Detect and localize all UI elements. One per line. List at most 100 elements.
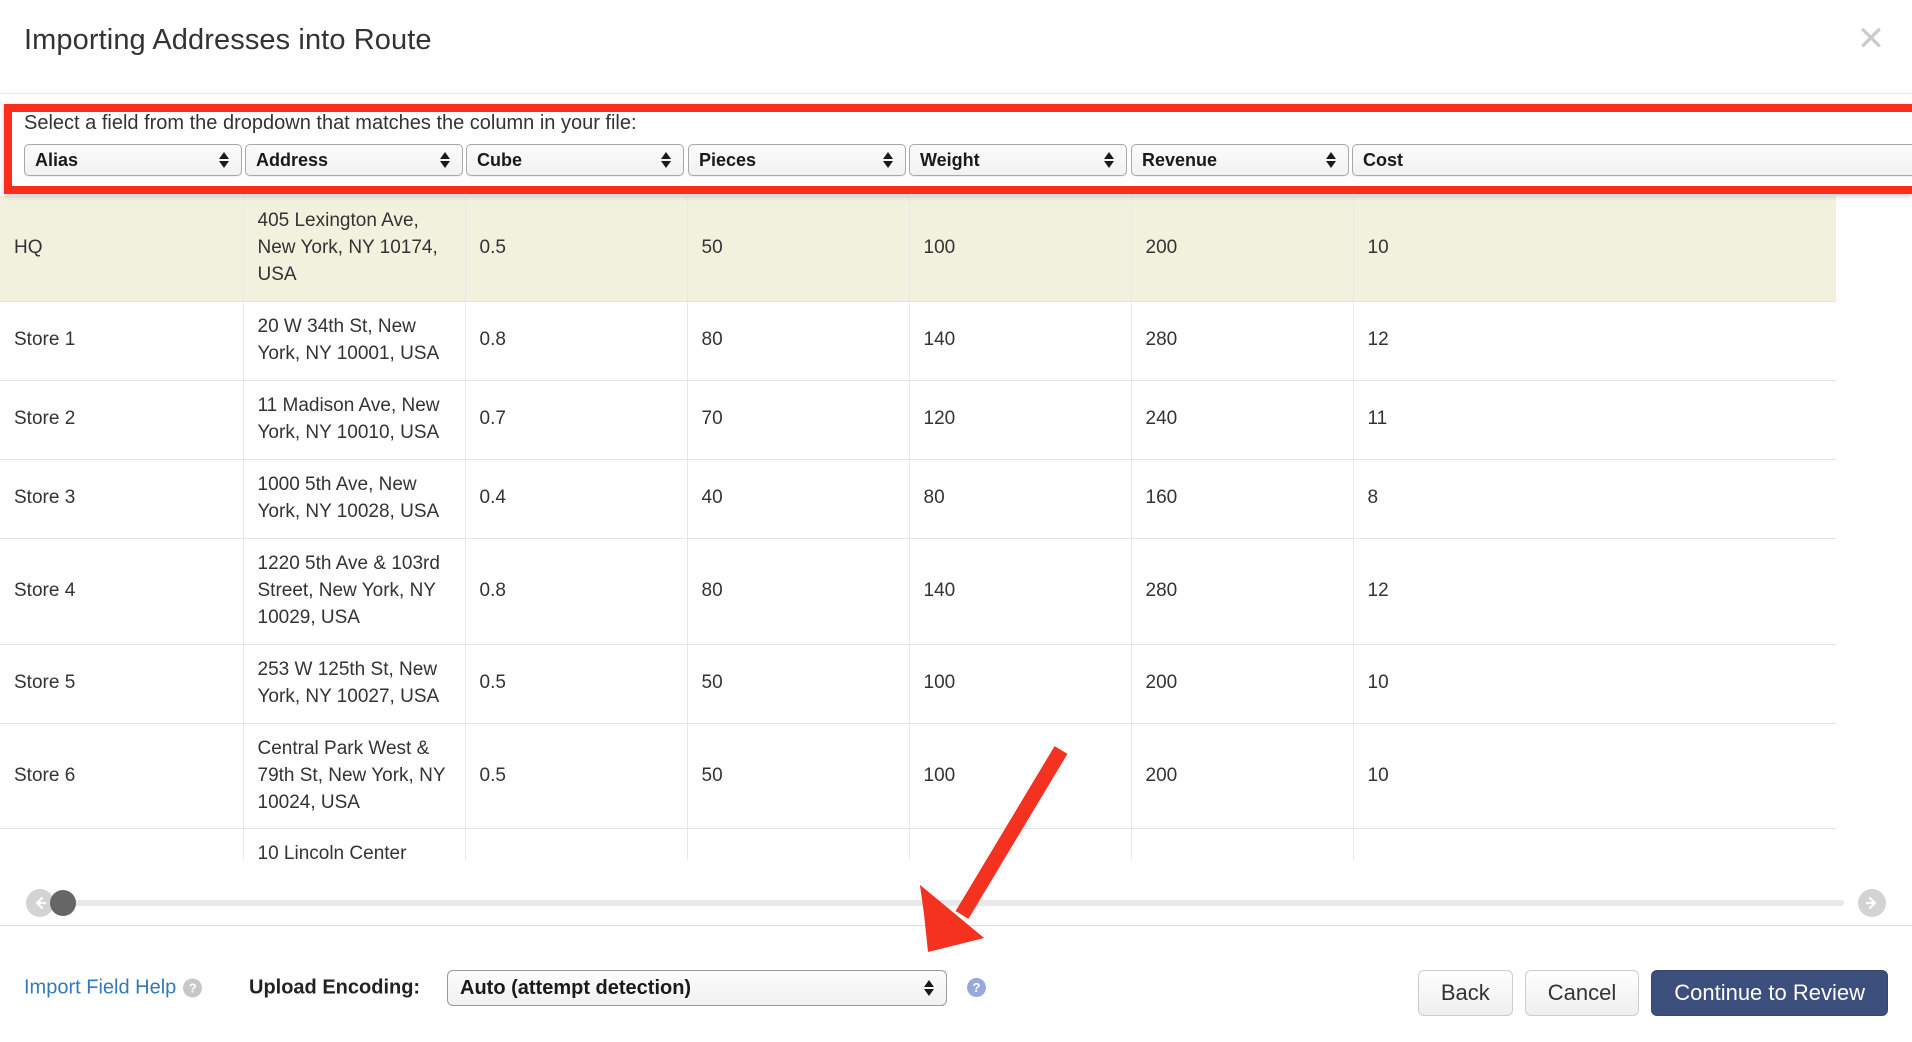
- cell-revenue: 280: [1131, 301, 1353, 380]
- help-icon[interactable]: ?: [183, 979, 202, 998]
- cell-revenue: 160: [1131, 459, 1353, 538]
- back-button[interactable]: Back: [1418, 970, 1513, 1016]
- field-select-cube[interactable]: Cube: [466, 144, 684, 176]
- field-select-alias-label: Alias: [25, 150, 213, 171]
- chevron-updown-icon: [1320, 152, 1342, 168]
- cell-weight: 80: [909, 459, 1131, 538]
- cell-address: 1000 5th Ave, New York, NY 10028, USA: [243, 459, 465, 538]
- cell-revenue: 240: [1131, 829, 1353, 860]
- field-mapping-selects: Alias Address Cube Pieces Weight Revenue: [0, 144, 1912, 176]
- cell-weight: 100: [909, 644, 1131, 723]
- field-select-revenue[interactable]: Revenue: [1131, 144, 1349, 176]
- cancel-button[interactable]: Cancel: [1525, 970, 1639, 1016]
- cell-cost: 11: [1353, 380, 1836, 459]
- chevron-updown-icon: [877, 152, 899, 168]
- cell-weight: 120: [909, 380, 1131, 459]
- cell-weight: 140: [909, 538, 1131, 644]
- cell-revenue: 200: [1131, 723, 1353, 829]
- cell-pieces: 50: [687, 723, 909, 829]
- field-select-address[interactable]: Address: [245, 144, 463, 176]
- cell-alias: Store 3: [0, 459, 243, 538]
- cell-pieces: 40: [687, 459, 909, 538]
- cell-cost: 11: [1353, 829, 1836, 860]
- field-select-address-label: Address: [246, 150, 434, 171]
- chevron-updown-icon: [655, 152, 677, 168]
- cell-cost: 10: [1353, 196, 1836, 301]
- continue-to-review-button[interactable]: Continue to Review: [1651, 970, 1888, 1016]
- table-row[interactable]: HQ 405 Lexington Ave, New York, NY 10174…: [0, 196, 1836, 301]
- chevron-updown-icon: [213, 152, 235, 168]
- cell-pieces: 70: [687, 829, 909, 860]
- table-row[interactable]: Store 2 11 Madison Ave, New York, NY 100…: [0, 380, 1836, 459]
- cell-pieces: 50: [687, 644, 909, 723]
- cell-cost: 12: [1353, 301, 1836, 380]
- cell-address: Central Park West & 79th St, New York, N…: [243, 723, 465, 829]
- scrollbar-track[interactable]: [60, 900, 1844, 906]
- cell-cube: 0.8: [465, 301, 687, 380]
- cell-cube: 0.7: [465, 829, 687, 860]
- table-row[interactable]: Store 1 20 W 34th St, New York, NY 10001…: [0, 301, 1836, 380]
- help-icon[interactable]: ?: [967, 978, 986, 997]
- import-preview-table: HQ 405 Lexington Ave, New York, NY 10174…: [0, 196, 1836, 860]
- table-row[interactable]: Store 4 1220 5th Ave & 103rd Street, New…: [0, 538, 1836, 644]
- cell-revenue: 200: [1131, 644, 1353, 723]
- chevron-updown-icon: [1098, 152, 1120, 168]
- cell-address: 20 W 34th St, New York, NY 10001, USA: [243, 301, 465, 380]
- cell-weight: 120: [909, 829, 1131, 860]
- upload-encoding-value: Auto (attempt detection): [448, 977, 918, 1000]
- cell-alias: Store 5: [0, 644, 243, 723]
- cell-alias: Store 4: [0, 538, 243, 644]
- cell-cost: 12: [1353, 538, 1836, 644]
- table-row[interactable]: Store 7 10 Lincoln Center Plaza, New Yor…: [0, 829, 1836, 860]
- cell-revenue: 240: [1131, 380, 1353, 459]
- cell-pieces: 80: [687, 538, 909, 644]
- cell-cost: 10: [1353, 723, 1836, 829]
- field-select-alias[interactable]: Alias: [24, 144, 242, 176]
- cell-revenue: 200: [1131, 196, 1353, 301]
- mapping-instruction: Select a field from the dropdown that ma…: [24, 112, 637, 135]
- cell-cube: 0.7: [465, 380, 687, 459]
- field-select-weight-label: Weight: [910, 150, 1098, 171]
- modal-footer: Import Field Help? Upload Encoding: Auto…: [0, 927, 1912, 1042]
- field-select-cube-label: Cube: [467, 150, 655, 171]
- cell-cost: 8: [1353, 459, 1836, 538]
- field-select-cost-label: Cost: [1353, 150, 1912, 171]
- table-row[interactable]: Store 3 1000 5th Ave, New York, NY 10028…: [0, 459, 1836, 538]
- import-preview-table-body: HQ 405 Lexington Ave, New York, NY 10174…: [0, 196, 1836, 860]
- close-icon[interactable]: ✕: [1850, 18, 1892, 60]
- cell-pieces: 50: [687, 196, 909, 301]
- cell-address: 253 W 125th St, New York, NY 10027, USA: [243, 644, 465, 723]
- horizontal-scrollbar[interactable]: [0, 882, 1912, 926]
- field-select-pieces[interactable]: Pieces: [688, 144, 906, 176]
- arrow-right-circle-icon[interactable]: [1858, 889, 1886, 917]
- field-select-cost[interactable]: Cost: [1352, 144, 1912, 176]
- cell-address: 10 Lincoln Center Plaza, New York, NY 10…: [243, 829, 465, 860]
- cell-cube: 0.4: [465, 459, 687, 538]
- cell-weight: 100: [909, 723, 1131, 829]
- table-row[interactable]: Store 5 253 W 125th St, New York, NY 100…: [0, 644, 1836, 723]
- scrollbar-thumb[interactable]: [50, 890, 76, 916]
- field-mapping-strip: Select a field from the dropdown that ma…: [0, 112, 1912, 186]
- field-select-pieces-label: Pieces: [689, 150, 877, 171]
- import-preview-table-wrapper[interactable]: HQ 405 Lexington Ave, New York, NY 10174…: [0, 196, 1912, 860]
- page-title: Importing Addresses into Route: [24, 24, 432, 57]
- cell-weight: 140: [909, 301, 1131, 380]
- footer-button-row: Back Cancel Continue to Review: [1418, 970, 1888, 1016]
- cell-revenue: 280: [1131, 538, 1353, 644]
- cell-pieces: 80: [687, 301, 909, 380]
- import-addresses-modal: Importing Addresses into Route ✕ Select …: [0, 0, 1912, 1042]
- cell-cube: 0.5: [465, 723, 687, 829]
- cell-address: 11 Madison Ave, New York, NY 10010, USA: [243, 380, 465, 459]
- cell-alias: Store 1: [0, 301, 243, 380]
- upload-encoding-select[interactable]: Auto (attempt detection): [447, 970, 947, 1006]
- field-select-weight[interactable]: Weight: [909, 144, 1127, 176]
- cell-cube: 0.5: [465, 644, 687, 723]
- cell-cube: 0.8: [465, 538, 687, 644]
- upload-encoding-help-wrapper: ?: [960, 978, 986, 998]
- chevron-updown-icon: [434, 152, 456, 168]
- cell-alias: Store 7: [0, 829, 243, 860]
- table-row[interactable]: Store 6 Central Park West & 79th St, New…: [0, 723, 1836, 829]
- import-field-help-link[interactable]: Import Field Help?: [24, 977, 202, 1000]
- import-field-help-label: Import Field Help: [24, 977, 176, 999]
- cell-alias: Store 6: [0, 723, 243, 829]
